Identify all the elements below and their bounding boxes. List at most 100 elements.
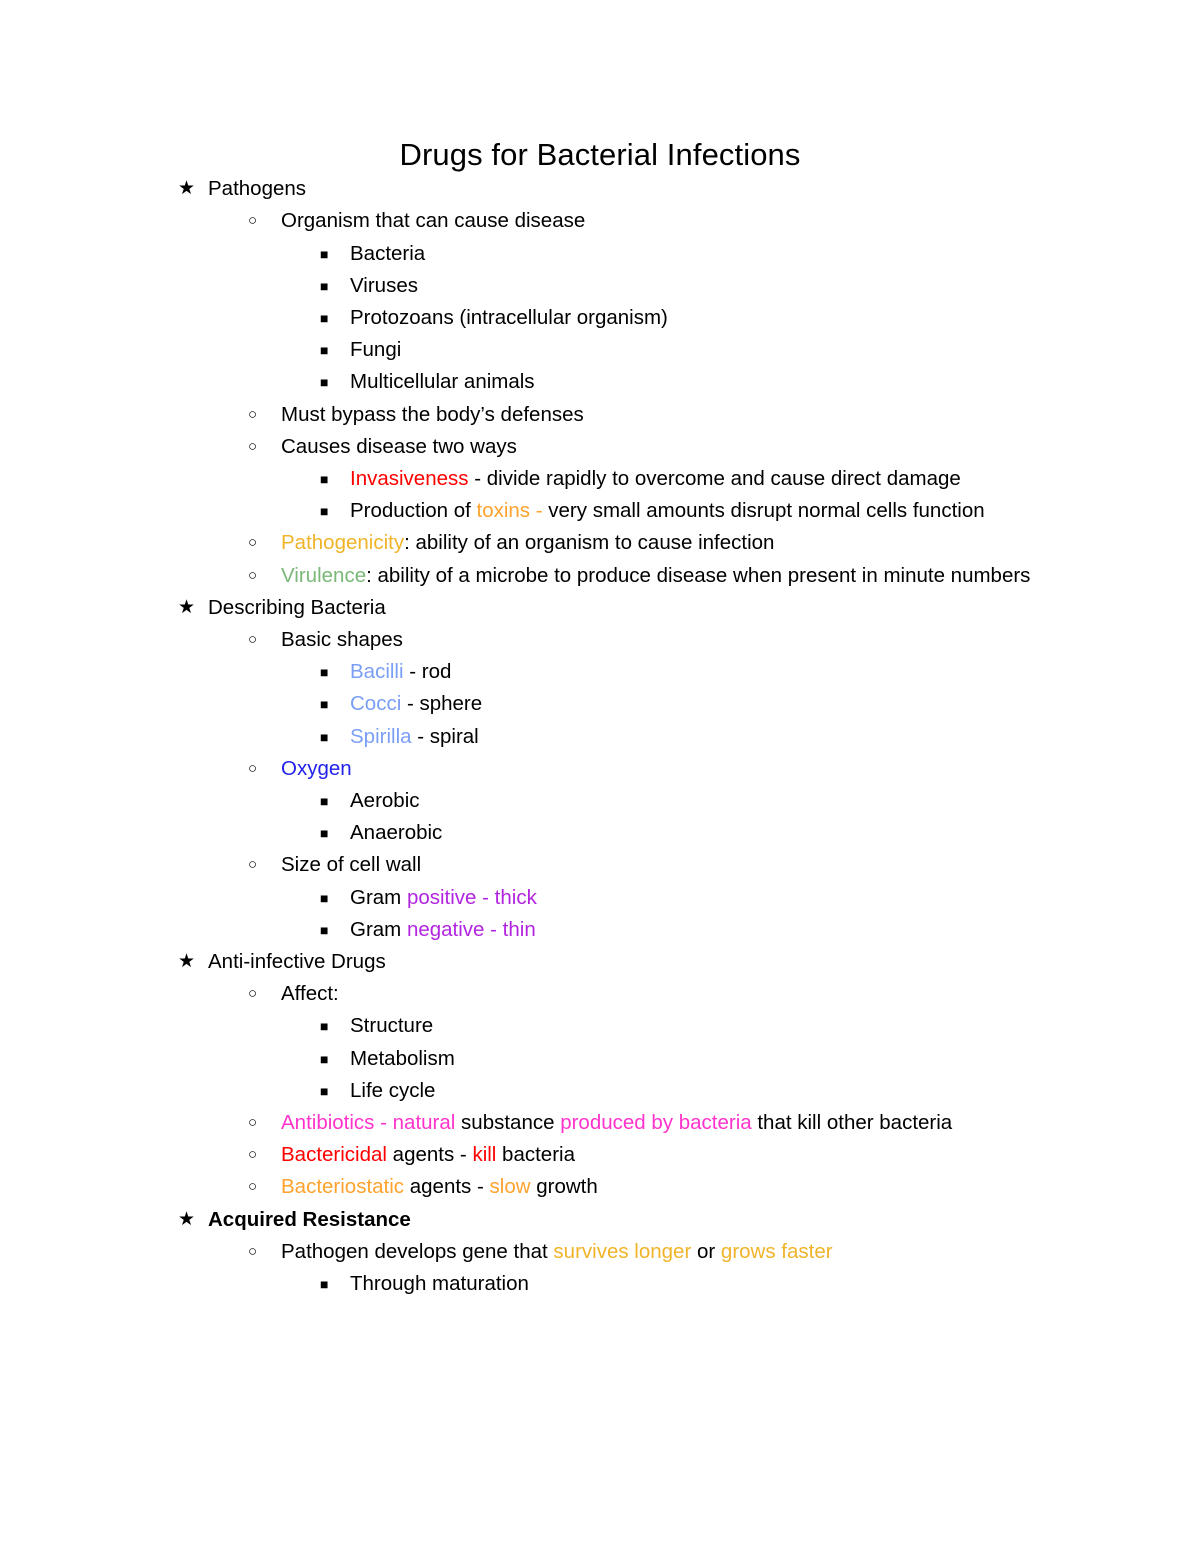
outline-text-rest: : ability of a microbe to produce diseas… xyxy=(366,563,1031,587)
outline-list: ★ Pathogens ○ Organism that can cause di… xyxy=(0,173,1200,1300)
outline-text: Life cycle xyxy=(350,1078,436,1102)
square-bullet-icon: ■ xyxy=(320,793,329,810)
outline-item-through-maturation: ■ Through maturation xyxy=(0,1268,1200,1300)
outline-item-production-of-toxins: ■ Production of toxins - very small amou… xyxy=(0,495,1200,527)
outline-text: Describing Bacteria xyxy=(208,595,386,619)
star-bullet-icon: ★ xyxy=(178,951,196,973)
outline-text-rest: - spiral xyxy=(411,724,479,748)
keyword-produced-by-bacteria: produced by bacteria xyxy=(560,1111,752,1135)
outline-item-structure: ■ Structure xyxy=(0,1010,1200,1042)
square-bullet-icon: ■ xyxy=(320,1050,329,1067)
outline-item-bypass-defenses: ○ Must bypass the body’s defenses xyxy=(0,399,1200,431)
outline-text: Bactericidal agents - kill bacteria xyxy=(281,1139,1071,1171)
square-bullet-icon: ■ xyxy=(320,696,329,713)
outline-item-fungi: ■ Fungi xyxy=(0,334,1200,366)
outline-text-mid: agents - xyxy=(404,1175,490,1199)
outline-text: Viruses xyxy=(350,273,418,297)
outline-text-rest: that kill other bacteria xyxy=(751,1111,953,1135)
square-bullet-icon: ■ xyxy=(320,889,329,906)
keyword-negative-thin: negative - thin xyxy=(406,917,536,941)
outline-item-affect: ○ Affect: xyxy=(0,978,1200,1010)
outline-text: Gram positive - thick xyxy=(350,882,1095,914)
keyword-spirilla: Spirilla xyxy=(350,724,412,748)
outline-text: Organism that can cause disease xyxy=(281,209,586,233)
square-bullet-icon: ■ xyxy=(320,1082,329,1099)
outline-text-rest: - divide rapidly to overcome and cause d… xyxy=(468,467,961,491)
outline-text: Gram negative - thin xyxy=(350,914,1095,946)
outline-item-pathogenicity: ○ Pathogenicity: ability of an organism … xyxy=(0,527,1200,559)
square-bullet-icon: ■ xyxy=(320,1018,329,1035)
outline-text-rest: - rod xyxy=(403,660,452,684)
outline-text: Invasiveness - divide rapidly to overcom… xyxy=(350,463,1095,495)
keyword-slow: slow xyxy=(489,1175,531,1199)
circle-bullet-icon: ○ xyxy=(248,1178,258,1196)
keyword-toxins: toxins - xyxy=(476,499,543,523)
outline-text-pre: Pathogen develops gene that xyxy=(281,1239,554,1263)
circle-bullet-icon: ○ xyxy=(248,534,258,552)
circle-bullet-icon: ○ xyxy=(248,759,258,777)
square-bullet-icon: ■ xyxy=(320,245,329,262)
outline-text-mid: substance xyxy=(455,1111,561,1135)
outline-text: Protozoans (intracellular organism) xyxy=(350,306,668,329)
outline-item-antibiotics: ○ Antibiotics - natural substance produc… xyxy=(0,1107,1200,1139)
outline-text-pre: Gram xyxy=(350,885,407,909)
outline-text: Causes disease two ways xyxy=(281,434,517,458)
outline-item-cocci: ■ Cocci - sphere xyxy=(0,688,1200,720)
outline-text: Bacilli - rod xyxy=(350,656,1095,688)
keyword-kill: kill xyxy=(472,1143,497,1167)
outline-item-multicellular-animals: ■ Multicellular animals xyxy=(0,366,1200,398)
outline-item-bacilli: ■ Bacilli - rod xyxy=(0,656,1200,688)
outline-text: Virulence: ability of a microbe to produ… xyxy=(281,560,1071,592)
circle-bullet-icon: ○ xyxy=(248,1114,258,1132)
outline-text: Spirilla - spiral xyxy=(350,721,1095,753)
outline-item-spirilla: ■ Spirilla - spiral xyxy=(0,721,1200,753)
keyword-bactericidal: Bactericidal xyxy=(281,1143,387,1167)
outline-item-causes-disease: ○ Causes disease two ways xyxy=(0,431,1200,463)
outline-item-anti-infective-drugs: ★ Anti-infective Drugs xyxy=(0,946,1200,978)
outline-item-acquired-resistance: ★ Acquired Resistance xyxy=(0,1204,1200,1236)
keyword-bacteriostatic: Bacteriostatic xyxy=(281,1175,405,1199)
outline-item-gram-positive: ■ Gram positive - thick xyxy=(0,882,1200,914)
outline-text-pre: Gram xyxy=(350,917,407,941)
circle-bullet-icon: ○ xyxy=(248,437,258,455)
outline-text: Anaerobic xyxy=(350,821,443,845)
outline-text-rest: : ability of an organism to cause infect… xyxy=(404,531,775,555)
outline-text: Through maturation xyxy=(350,1272,529,1296)
outline-item-invasiveness: ■ Invasiveness - divide rapidly to overc… xyxy=(0,463,1200,495)
outline-text-mid: agents - xyxy=(386,1143,473,1167)
keyword-invasiveness: Invasiveness xyxy=(350,467,469,491)
square-bullet-icon: ■ xyxy=(320,342,329,359)
outline-item-bacteriostatic: ○ Bacteriostatic agents - slow growth xyxy=(0,1171,1200,1203)
circle-bullet-icon: ○ xyxy=(248,212,258,230)
page-title: Drugs for Bacterial Infections xyxy=(399,137,801,172)
circle-bullet-icon: ○ xyxy=(248,1242,258,1260)
keyword-pathogenicity: Pathogenicity xyxy=(281,531,405,555)
outline-item-anaerobic: ■ Anaerobic xyxy=(0,817,1200,849)
outline-text: Metabolism xyxy=(350,1046,455,1070)
outline-item-virulence: ○ Virulence: ability of a microbe to pro… xyxy=(0,560,1200,592)
square-bullet-icon: ■ xyxy=(320,825,329,842)
outline-text-mid: or xyxy=(691,1239,721,1263)
outline-item-protozoans: ■ Protozoans (intracellular organism) xyxy=(0,302,1200,334)
square-bullet-icon: ■ xyxy=(320,728,329,745)
star-bullet-icon: ★ xyxy=(178,178,196,200)
outline-text: Must bypass the body’s defenses xyxy=(281,402,584,426)
circle-bullet-icon: ○ xyxy=(248,566,258,584)
square-bullet-icon: ■ xyxy=(320,310,329,326)
outline-item-bacteria: ■ Bacteria xyxy=(0,238,1200,270)
keyword-cocci: Cocci xyxy=(350,692,402,716)
outline-item-gram-negative: ■ Gram negative - thin xyxy=(0,914,1200,946)
outline-text: Antibiotics - natural substance produced… xyxy=(281,1107,1071,1139)
outline-item-size-of-cell-wall: ○ Size of cell wall xyxy=(0,849,1200,881)
outline-text: Aerobic xyxy=(350,789,420,813)
star-bullet-icon: ★ xyxy=(178,596,196,618)
outline-text: Production of toxins - very small amount… xyxy=(350,495,1095,527)
document-page: Drugs for Bacterial Infections ★ Pathoge… xyxy=(0,0,1200,1553)
outline-text: Pathogen develops gene that survives lon… xyxy=(281,1236,1071,1268)
square-bullet-icon: ■ xyxy=(320,277,329,294)
outline-item-bactericidal: ○ Bactericidal agents - kill bacteria xyxy=(0,1139,1200,1171)
outline-text: Basic shapes xyxy=(281,628,403,652)
outline-text: Affect: xyxy=(281,982,339,1006)
outline-text: Multicellular animals xyxy=(350,370,535,394)
outline-item-aerobic: ■ Aerobic xyxy=(0,785,1200,817)
